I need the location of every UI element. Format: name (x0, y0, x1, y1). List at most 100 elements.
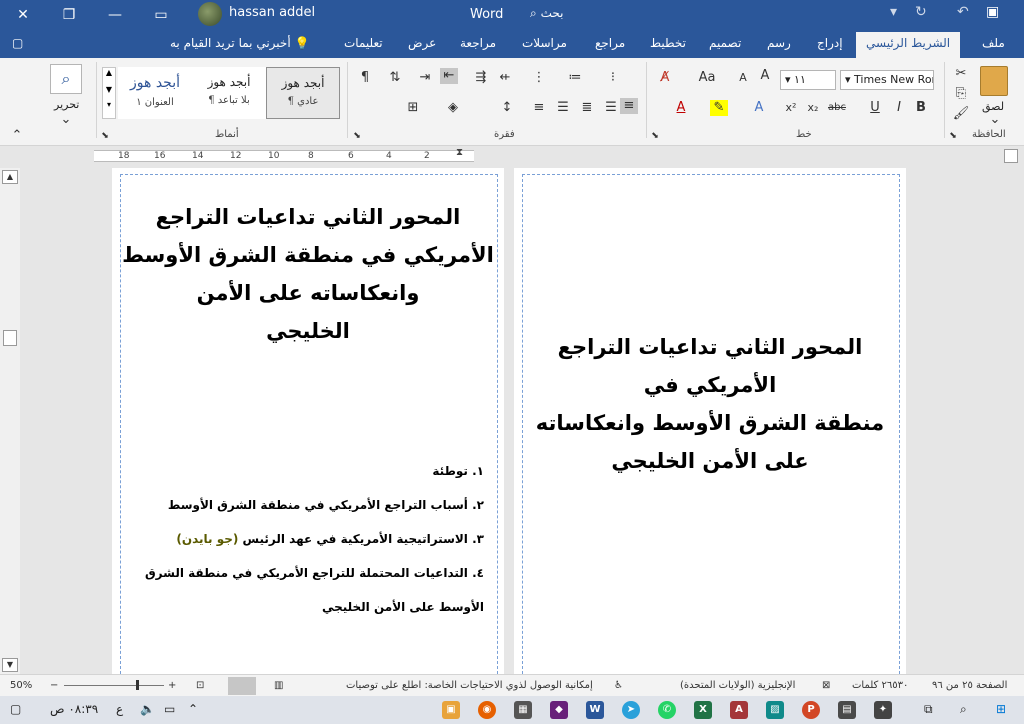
indent-marker-icon[interactable]: ⧗ (456, 147, 463, 158)
telegram-icon[interactable]: ➤ (622, 701, 640, 719)
styles-launcher-icon[interactable]: ⬊ (96, 128, 114, 144)
right-page-heading[interactable]: المحور الثاني تداعيات التراجع الأمريكي ف… (514, 328, 906, 480)
font-name-combo[interactable]: ▾ Times New Rom (840, 70, 934, 90)
game-icon[interactable]: ✦ (874, 701, 892, 719)
paste-dropdown-icon[interactable]: ⌄ (986, 112, 1004, 128)
restore-button[interactable]: ❐ (46, 0, 92, 30)
copy-icon[interactable]: ⎘ (952, 86, 970, 102)
styles-more-icon[interactable]: ▾ (103, 100, 115, 109)
ruler-toggle-icon[interactable] (1004, 149, 1018, 163)
redo-icon[interactable]: ↻ (915, 4, 927, 20)
format-painter-icon[interactable]: 🖌 (952, 106, 970, 122)
tab-review[interactable]: مراجعة (460, 36, 496, 50)
tab-design[interactable]: تصميم (709, 36, 741, 50)
user-name[interactable]: hassan addel (229, 5, 315, 20)
tray-chevron-icon[interactable]: ⌃ (188, 702, 198, 716)
clear-formatting-icon[interactable]: A̸ (656, 70, 674, 86)
align-justify-active-icon[interactable]: ≡ (620, 98, 638, 114)
visual-studio-icon[interactable]: ◆ (550, 701, 568, 719)
vertical-scrollbar[interactable]: ▲ ▼ (0, 168, 20, 674)
shrink-font-icon[interactable]: A (734, 70, 752, 86)
zoom-in-icon[interactable]: + (168, 680, 176, 691)
tab-view[interactable]: عرض (408, 36, 436, 50)
align-center-icon[interactable]: ≣ (578, 100, 596, 116)
styles-up-icon[interactable]: ▲ (103, 68, 115, 77)
editing-dropdown-icon[interactable]: ⌄ (57, 112, 75, 128)
tell-me-box[interactable]: أخبرني بما تريد القيام به 💡 (170, 36, 309, 50)
tab-mailings[interactable]: مراسلات (522, 36, 567, 50)
ruler-track[interactable]: 18 16 14 12 10 8 6 4 2 ⧗ (94, 147, 474, 162)
align-right-icon[interactable]: ☰ (602, 100, 620, 116)
pilcrow-icon[interactable]: ¶ (356, 70, 374, 86)
clipboard-launcher-icon[interactable]: ⬊ (944, 128, 962, 144)
underline-icon[interactable]: U (866, 100, 884, 116)
comments-icon[interactable]: ▢ (12, 36, 23, 50)
styles-scroll[interactable]: ▲ ▼ ▾ (102, 67, 116, 119)
undo-icon[interactable]: ↶ (957, 4, 969, 20)
input-language[interactable]: ع (116, 702, 123, 716)
zoom-level[interactable]: 50% (10, 680, 32, 691)
avatar[interactable] (198, 2, 222, 26)
word-count[interactable]: ٢٦٥٣٠ كلمات (852, 680, 908, 691)
bold-icon[interactable]: B (912, 100, 930, 116)
justify-icon[interactable]: ≡ (530, 100, 548, 116)
zoom-slider-thumb[interactable] (136, 680, 139, 690)
numbering-icon[interactable]: ≔ (566, 70, 584, 86)
tab-help[interactable]: تعليمات (344, 36, 383, 50)
language-status[interactable]: الإنجليزية (الولايات المتحدة) (680, 680, 795, 691)
scroll-thumb[interactable] (3, 330, 17, 346)
accessibility-status[interactable]: إمكانية الوصول لذوي الاحتياجات الخاصة: ا… (346, 680, 593, 691)
zoom-out-icon[interactable]: − (50, 680, 58, 691)
font-launcher-icon[interactable]: ⬊ (646, 128, 664, 144)
notifications-icon[interactable]: ▢ (10, 702, 21, 716)
editing-label[interactable]: تحرير (54, 98, 79, 111)
shading-icon[interactable]: ◈ (444, 100, 462, 116)
align-left-icon[interactable]: ☰ (554, 100, 572, 116)
file-explorer-icon[interactable]: ▣ (442, 701, 460, 719)
font-size-combo[interactable]: ▾ ١١ (780, 70, 836, 90)
network-icon[interactable]: ▭ (164, 702, 175, 716)
calculator-icon[interactable]: ▦ (514, 701, 532, 719)
search-box[interactable]: ⌕ بحث (530, 6, 563, 21)
right-page[interactable]: المحور الثاني تداعيات التراجع الأمريكي ف… (514, 168, 906, 674)
start-icon[interactable]: ⊞ (996, 702, 1006, 716)
read-mode-icon[interactable]: ▥ (274, 680, 283, 691)
task-view-icon[interactable]: ⧉ (924, 702, 933, 717)
styles-down-icon[interactable]: ▼ (103, 85, 115, 94)
scroll-down-icon[interactable]: ▼ (2, 658, 18, 672)
minimize-button[interactable]: — (92, 0, 138, 30)
paragraph-launcher-icon[interactable]: ⬊ (348, 128, 366, 144)
clock[interactable]: ٠٨:٣٩ ص (50, 702, 98, 716)
tab-home[interactable]: الشريط الرئيسي (856, 32, 961, 58)
toc-list[interactable]: ١. توطئة ٢. أسباب التراجع الأمريكي في من… (132, 454, 484, 624)
left-page-heading[interactable]: المحور الثاني تداعيات التراجع الأمريكي ف… (112, 198, 504, 350)
style-heading1[interactable]: أبجد هوز العنوان ١ (118, 67, 192, 119)
italic-icon[interactable]: I (890, 100, 908, 116)
photos-icon[interactable]: ▨ (766, 701, 784, 719)
powerpoint-icon[interactable]: P (802, 701, 820, 719)
text-effects-icon[interactable]: A (750, 100, 768, 116)
close-button[interactable]: ✕ (0, 0, 46, 30)
word-icon[interactable]: W (586, 701, 604, 719)
zoom-slider[interactable] (64, 680, 164, 690)
tab-insert[interactable]: إدراج (817, 36, 843, 50)
save-icon[interactable]: ▣ (986, 4, 999, 20)
highlight-icon[interactable]: ✎ (710, 100, 728, 116)
line-spacing-icon[interactable]: ↕ (498, 100, 516, 116)
access-icon[interactable]: A (730, 701, 748, 719)
strikethrough-icon[interactable]: abc (828, 100, 846, 116)
taskbar-search-icon[interactable]: ⌕ (960, 702, 967, 717)
firefox-icon[interactable]: ◉ (478, 701, 496, 719)
rtl-icon[interactable]: ⇤ (440, 68, 458, 84)
accessibility-icon[interactable]: ♿ (614, 680, 623, 691)
style-normal[interactable]: أبجد هوز ¶ عادي (266, 67, 340, 119)
cut-icon[interactable]: ✂ (952, 66, 970, 82)
style-no-spacing[interactable]: أبجد هوز ¶ بلا تباعد (192, 67, 266, 119)
subscript-icon[interactable]: x₂ (804, 100, 822, 116)
tab-layout[interactable]: تخطيط (650, 36, 686, 50)
scroll-up-icon[interactable]: ▲ (2, 170, 18, 184)
multilevel-list-icon[interactable]: ⋮ (530, 70, 548, 86)
whatsapp-icon[interactable]: ✆ (658, 701, 676, 719)
sort-icon[interactable]: ⇅ (386, 70, 404, 86)
ltr-icon[interactable]: ⇥ (416, 70, 434, 86)
